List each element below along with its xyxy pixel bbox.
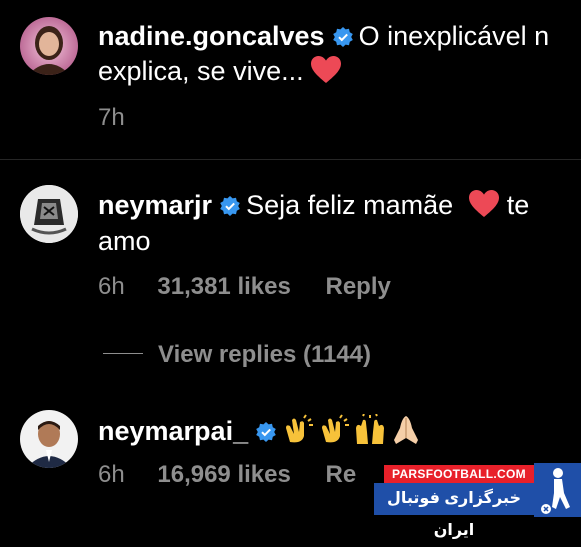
reply-button[interactable]: Reply [326, 273, 391, 300]
red-heart-icon [468, 190, 499, 217]
verified-badge-icon [220, 196, 240, 216]
likes-count[interactable]: 31,381 likes [157, 273, 290, 300]
avatar-neymarpai[interactable] [20, 410, 78, 468]
clapping-hands-icon [286, 414, 314, 443]
football-logo-icon [534, 463, 581, 517]
comment-text: O inexplicável n [358, 21, 550, 51]
watermark-tagline-bar: خبرگزاری فوتبال ایران [374, 483, 534, 539]
folded-hands-icon [394, 416, 419, 444]
comment-line-2: amo [98, 224, 151, 258]
avatar-neymarjr[interactable] [20, 185, 78, 243]
username[interactable]: neymarjr [98, 190, 212, 220]
comment-time: 6h [98, 461, 125, 488]
view-replies-button[interactable]: View replies (1144) [158, 341, 371, 369]
comment-text-cont: amo [98, 226, 151, 256]
comment-time: 7h [98, 104, 125, 131]
view-replies-line [103, 353, 143, 354]
red-heart-icon [311, 56, 342, 83]
comment-line-1: neymarpai_ [98, 414, 426, 448]
raising-hands-icon [356, 414, 385, 444]
avatar-nadine[interactable] [20, 17, 78, 75]
comment-line-1: neymarjr Seja feliz mamãe te [98, 188, 529, 222]
watermark-site-bar: PARSFOOTBALL.COM [384, 465, 534, 483]
watermark-tagline: خبرگزاری فوتبال ایران [386, 490, 521, 539]
likes-count[interactable]: 16,969 likes [157, 461, 290, 488]
comment-text-cont: explica, se vive... [98, 56, 304, 86]
watermark-banner: PARSFOOTBALL.COM خبرگزاری فوتبال ایران [374, 463, 581, 539]
clapping-hands-icon [322, 414, 350, 443]
username[interactable]: neymarpai_ [98, 416, 248, 446]
verified-badge-icon [256, 422, 276, 442]
comment-meta: 6h 16,969 likes Re [98, 461, 356, 489]
comment-time: 6h [98, 273, 125, 300]
watermark-site: PARSFOOTBALL.COM [392, 467, 526, 481]
verified-badge-icon [332, 27, 353, 47]
comment-meta: 6h 31,381 likes Reply [98, 273, 391, 301]
reply-button[interactable]: Re [326, 461, 357, 488]
comment-text-end: te [506, 190, 530, 220]
divider [0, 159, 581, 160]
comment-text: Seja feliz mamãe [246, 190, 454, 220]
comment-line-2: explica, se vive... [98, 54, 342, 88]
username[interactable]: nadine.goncalves [98, 21, 325, 51]
comment-line-1: nadine.goncalves O inexplicável n [98, 19, 549, 53]
